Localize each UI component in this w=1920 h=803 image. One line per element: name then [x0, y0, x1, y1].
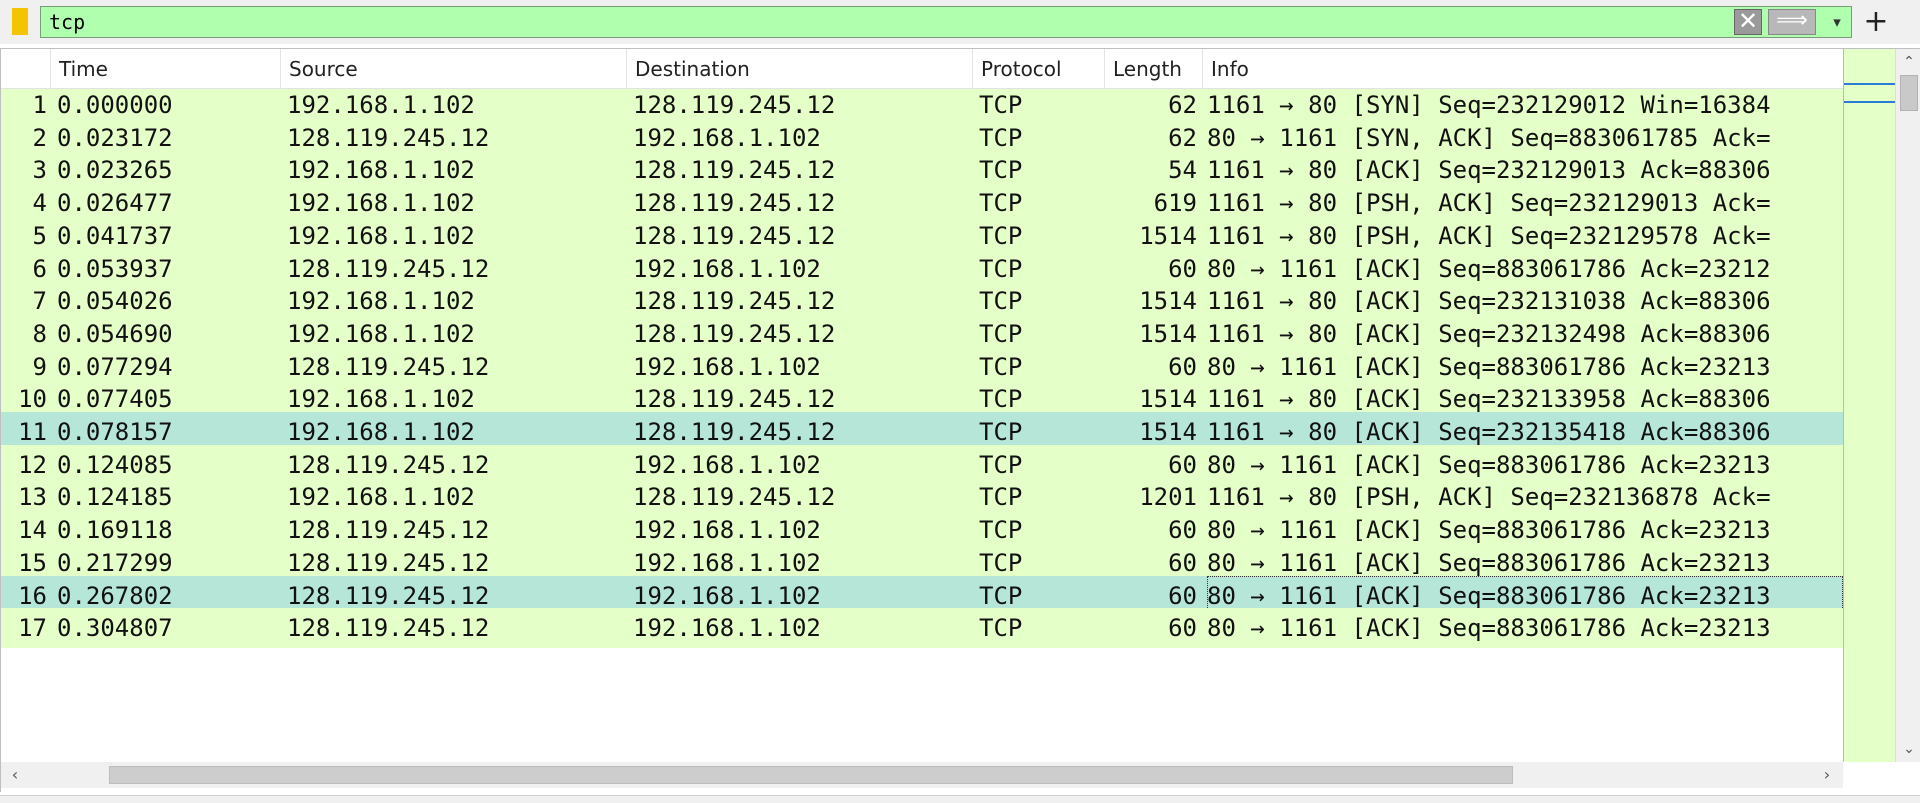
clear-filter-button[interactable]: ✕ [1734, 9, 1762, 35]
packet-rows: 1 0.000000 192.168.1.102 128.119.245.12 TCP 6… [1, 89, 1843, 762]
column-header-destination[interactable]: Destination [627, 49, 973, 89]
filter-history-dropdown[interactable]: ▾ [1826, 8, 1848, 36]
column-header-time[interactable]: Time [51, 49, 281, 89]
column-header-source[interactable]: Source [281, 49, 627, 89]
pane-splitter[interactable] [0, 795, 1920, 803]
horizontal-scroll-thumb[interactable] [109, 766, 1513, 784]
packet-source: 128.119.245.12 [287, 614, 490, 643]
scroll-up-icon[interactable]: ⌃ [1896, 51, 1920, 73]
horizontal-scrollbar[interactable]: ‹ › [1, 762, 1843, 788]
packet-length: 60 [1168, 614, 1197, 643]
column-header-protocol[interactable]: Protocol [973, 49, 1105, 89]
packet-time: 0.304807 [57, 614, 173, 643]
scroll-left-icon[interactable]: ‹ [3, 762, 27, 788]
column-header-no[interactable] [1, 49, 51, 89]
column-header-length[interactable]: Length [1105, 49, 1203, 89]
vertical-scrollbar[interactable]: ⌃ ⌄ [1895, 49, 1920, 762]
display-filter-toolbar: tcp ✕ ⟹ ▾ + [0, 0, 1920, 44]
scroll-down-icon[interactable]: ⌄ [1896, 738, 1920, 760]
vertical-scroll-thumb[interactable] [1900, 75, 1918, 111]
packet-destination: 192.168.1.102 [633, 614, 821, 643]
add-filter-button[interactable]: + [1862, 4, 1890, 40]
packet-info: 80 → 1161 [ACK] Seq=883061786 Ack=23213 [1207, 614, 1771, 643]
minimap-marker [1844, 101, 1896, 103]
column-header-info[interactable]: Info [1203, 49, 1843, 89]
scroll-right-icon[interactable]: › [1815, 762, 1839, 788]
packet-list: Time Source Destination Protocol Length … [0, 48, 1920, 792]
apply-filter-button[interactable]: ⟹ [1768, 9, 1816, 35]
bookmark-icon[interactable] [12, 8, 28, 35]
packet-row[interactable]: 17 0.304807 128.119.245.12 192.168.1.102 TCP… [1, 608, 1843, 649]
packet-list-header: Time Source Destination Protocol Length … [1, 49, 1843, 89]
packet-number: 17 [18, 614, 47, 643]
packet-protocol: TCP [979, 614, 1023, 643]
display-filter-input[interactable]: tcp [40, 6, 1852, 38]
minimap-marker [1844, 83, 1896, 85]
packet-minimap[interactable] [1843, 49, 1896, 762]
